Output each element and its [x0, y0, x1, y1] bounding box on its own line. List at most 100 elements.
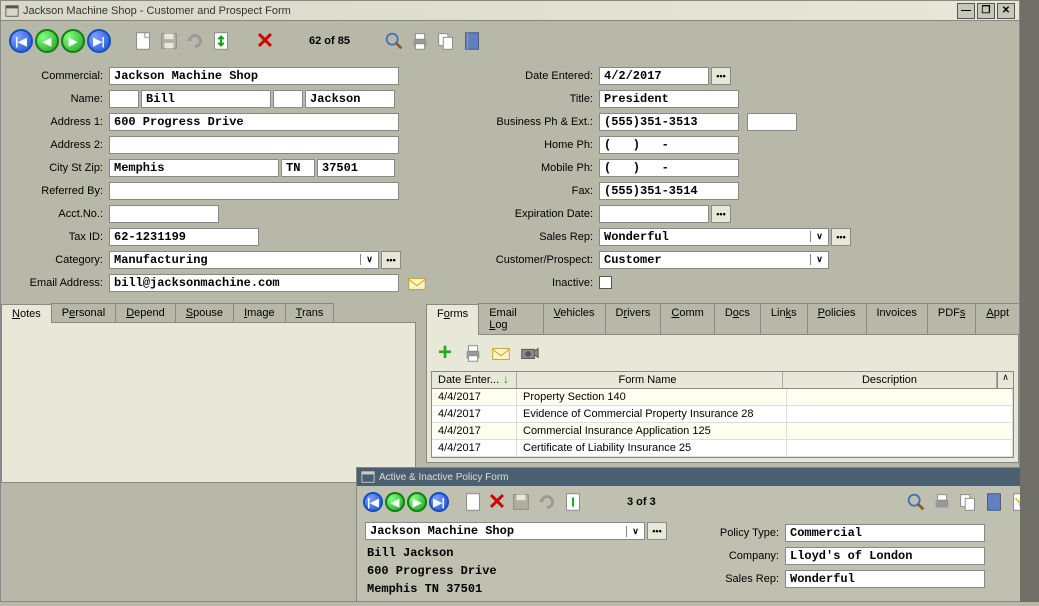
state-input[interactable]	[281, 159, 315, 177]
policy-search-icon[interactable]	[904, 490, 928, 514]
tab-invoices[interactable]: Invoices	[866, 303, 928, 334]
tab-trans[interactable]: Trans	[285, 303, 335, 322]
table-row[interactable]: 4/4/2017Evidence of Commercial Property …	[432, 406, 1013, 423]
mail-form-icon[interactable]	[489, 341, 513, 365]
commercial-input[interactable]	[109, 67, 399, 85]
tab-comm[interactable]: Comm	[660, 303, 714, 334]
tab-policies[interactable]: Policies	[807, 303, 867, 334]
policy-customer-dots[interactable]: •••	[647, 522, 667, 540]
zip-input[interactable]	[317, 159, 395, 177]
policy-notebook-icon[interactable]	[982, 490, 1006, 514]
date-input[interactable]	[599, 67, 709, 85]
address2-input[interactable]	[109, 136, 399, 154]
acct-input[interactable]	[109, 205, 219, 223]
inactive-checkbox[interactable]	[599, 276, 612, 289]
nav-first-button[interactable]: |◀	[9, 29, 33, 53]
acct-label: Acct.No.:	[9, 208, 109, 220]
name-label: Name:	[9, 93, 109, 105]
title-input[interactable]	[599, 90, 739, 108]
bphone-ext-input[interactable]	[747, 113, 797, 131]
print-icon[interactable]	[408, 29, 432, 53]
name-last-input[interactable]	[305, 90, 395, 108]
policy-rep-input[interactable]	[785, 570, 985, 588]
scroll-up-button[interactable]: ∧	[997, 372, 1013, 388]
rep-select[interactable]: Wonderful∨	[599, 228, 829, 246]
policy-nav-first[interactable]: |◀	[363, 492, 383, 512]
cp-select[interactable]: Customer∨	[599, 251, 829, 269]
notebook-icon[interactable]	[460, 29, 484, 53]
table-row[interactable]: 4/4/2017Certificate of Liability Insuran…	[432, 440, 1013, 457]
tab-drivers[interactable]: Drivers	[605, 303, 662, 334]
th-desc[interactable]: Description	[783, 372, 997, 388]
fax-input[interactable]	[599, 182, 739, 200]
email-envelope-icon[interactable]	[405, 271, 429, 295]
tab-links[interactable]: Links	[760, 303, 808, 334]
tab-vehicles[interactable]: Vehicles	[543, 303, 606, 334]
policy-copy-icon[interactable]	[956, 490, 980, 514]
minimize-button[interactable]: —	[957, 3, 975, 19]
nav-next-button[interactable]: ▶	[61, 29, 85, 53]
tab-personal[interactable]: Personal	[51, 303, 116, 322]
rep-dots-button[interactable]: •••	[831, 228, 851, 246]
referred-input[interactable]	[109, 182, 399, 200]
bphone-input[interactable]	[599, 113, 739, 131]
copy-icon[interactable]	[434, 29, 458, 53]
policy-customer-select[interactable]: Jackson Machine Shop∨	[365, 522, 645, 540]
undo-icon[interactable]	[183, 29, 207, 53]
policy-nav-prev[interactable]: ◀	[385, 492, 405, 512]
hphone-input[interactable]	[599, 136, 739, 154]
company-input[interactable]	[785, 547, 985, 565]
tab-emaillog[interactable]: Email Log	[478, 303, 543, 334]
category-select[interactable]: Manufacturing∨	[109, 251, 379, 269]
policy-save-icon[interactable]	[509, 490, 533, 514]
taxid-input[interactable]	[109, 228, 259, 246]
tab-pdfs[interactable]: PDFs	[927, 303, 977, 334]
name-prefix-input[interactable]	[109, 90, 139, 108]
th-form[interactable]: Form Name	[513, 372, 783, 388]
tab-docs[interactable]: Docs	[714, 303, 761, 334]
th-date[interactable]: Date Enter...	[432, 372, 517, 388]
name-first-input[interactable]	[141, 90, 271, 108]
category-dots-button[interactable]: •••	[381, 251, 401, 269]
policy-print-icon[interactable]	[930, 490, 954, 514]
address1-input[interactable]	[109, 113, 399, 131]
print-form-icon[interactable]	[461, 341, 485, 365]
policy-undo-icon[interactable]	[535, 490, 559, 514]
close-button[interactable]: ✕	[997, 3, 1015, 19]
tab-forms[interactable]: Forms	[426, 304, 479, 335]
policy-titlebar[interactable]: Active & Inactive Policy Form	[357, 468, 1038, 486]
tab-appt[interactable]: Appt	[975, 303, 1020, 334]
tab-depend[interactable]: Depend	[115, 303, 176, 322]
nav-last-button[interactable]: ▶|	[87, 29, 111, 53]
policy-refresh-icon[interactable]	[561, 490, 585, 514]
policy-nav-last[interactable]: ▶|	[429, 492, 449, 512]
camera-form-icon[interactable]	[517, 341, 541, 365]
tab-spouse[interactable]: Spouse	[175, 303, 234, 322]
city-input[interactable]	[109, 159, 279, 177]
nav-prev-button[interactable]: ◀	[35, 29, 59, 53]
policy-nav-next[interactable]: ▶	[407, 492, 427, 512]
email-input[interactable]	[109, 274, 399, 292]
tab-image[interactable]: Image	[233, 303, 286, 322]
ptype-input[interactable]	[785, 524, 985, 542]
exp-input[interactable]	[599, 205, 709, 223]
add-form-icon[interactable]	[433, 341, 457, 365]
policy-delete-icon[interactable]	[487, 492, 507, 512]
new-icon[interactable]	[131, 29, 155, 53]
date-dots-button[interactable]: •••	[711, 67, 731, 85]
refresh-icon[interactable]	[209, 29, 233, 53]
notes-content[interactable]	[1, 323, 416, 483]
policy-toolbar: |◀ ◀ ▶ ▶| 3 of 3	[357, 486, 1038, 518]
mphone-input[interactable]	[599, 159, 739, 177]
search-icon[interactable]	[382, 29, 406, 53]
exp-dots-button[interactable]: •••	[711, 205, 731, 223]
main-titlebar[interactable]: Jackson Machine Shop - Customer and Pros…	[1, 1, 1019, 21]
save-icon[interactable]	[157, 29, 181, 53]
delete-icon[interactable]	[253, 29, 277, 53]
restore-button[interactable]: ❐	[977, 3, 995, 19]
name-middle-input[interactable]	[273, 90, 303, 108]
table-row[interactable]: 4/4/2017Property Section 140	[432, 389, 1013, 406]
policy-new-icon[interactable]	[461, 490, 485, 514]
table-row[interactable]: 4/4/2017Commercial Insurance Application…	[432, 423, 1013, 440]
tab-notes[interactable]: Notes	[1, 304, 52, 323]
